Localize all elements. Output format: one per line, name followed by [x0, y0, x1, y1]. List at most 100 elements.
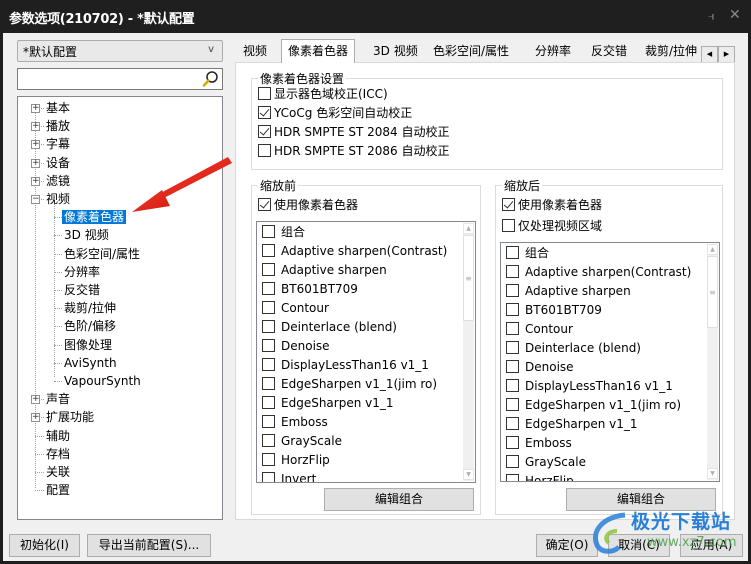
tree-item[interactable]: 色彩空间/属性	[62, 245, 142, 263]
tree-item[interactable]: 辅助	[44, 427, 72, 445]
tree-item[interactable]: 分辨率	[62, 263, 102, 281]
post-resize-shader-list[interactable]: 组合 Adaptive sharpen(Contrast) Adaptive sha…	[500, 242, 720, 482]
shader-list-item[interactable]: BT601BT709	[262, 280, 358, 299]
shader-list-item[interactable]: EdgeSharpen v1_1(jim ro)	[506, 396, 681, 415]
shader-list-item[interactable]: EdgeSharpen v1_1	[262, 394, 394, 413]
pre-edit-combo-button[interactable]: 编辑组合	[324, 488, 474, 511]
tree-item[interactable]: AviSynth	[62, 354, 119, 372]
cancel-button[interactable]: 取消(C)	[608, 534, 670, 557]
shader-list-item[interactable]: Contour	[506, 320, 573, 339]
tree-item[interactable]: 配置	[44, 481, 72, 499]
expand-icon[interactable]: +	[31, 395, 40, 405]
checkbox-box[interactable]	[262, 225, 275, 238]
scroll-down-icon[interactable]: ▼	[463, 469, 474, 480]
checkbox-box[interactable]	[258, 144, 271, 157]
tree-item[interactable]: 滤镜	[44, 172, 72, 190]
close-icon[interactable]: ✕	[729, 7, 741, 23]
checkbox-box[interactable]	[506, 303, 519, 316]
tree-item[interactable]: VapourSynth	[62, 372, 143, 390]
pre-resize-shader-list[interactable]: 组合 Adaptive sharpen(Contrast) Adaptive sha…	[256, 221, 476, 483]
shader-list-item[interactable]: Denoise	[262, 337, 330, 356]
shader-list-item[interactable]: Denoise	[506, 358, 574, 377]
scroll-thumb[interactable]: ≡	[707, 256, 718, 328]
checkbox-box[interactable]	[506, 360, 519, 373]
checkbox-box[interactable]	[506, 398, 519, 411]
tree-item[interactable]: 基本	[44, 99, 72, 117]
shader-list-item[interactable]: HorzFlip	[262, 451, 330, 470]
expand-icon[interactable]: +	[31, 176, 40, 186]
checkbox-box[interactable]	[262, 263, 275, 276]
scroll-up-icon[interactable]: ▲	[707, 244, 718, 255]
checkbox-box[interactable]	[262, 358, 275, 371]
shader-option-checkbox[interactable]: YCoCg 色彩空间自动校正	[258, 104, 412, 122]
tree-item[interactable]: 关联	[44, 463, 72, 481]
shader-list-item[interactable]: Deinterlace (blend)	[262, 318, 397, 337]
tree-item[interactable]: 扩展功能	[44, 408, 96, 426]
checkbox-box[interactable]	[262, 434, 275, 447]
tree-item[interactable]: 存档	[44, 445, 72, 463]
tab[interactable]: 反交错	[585, 42, 633, 62]
pre-use-shader-checkbox[interactable]: 使用像素着色器	[258, 196, 358, 214]
shader-option-checkbox[interactable]: HDR SMPTE ST 2084 自动校正	[258, 123, 449, 141]
checkbox-box[interactable]	[258, 87, 271, 100]
search-field[interactable]	[17, 68, 223, 90]
shader-list-item[interactable]: 组合	[506, 244, 549, 263]
checkbox-box[interactable]	[506, 265, 519, 278]
shader-list-item[interactable]: Adaptive sharpen	[262, 261, 387, 280]
checkbox-box[interactable]	[506, 341, 519, 354]
shader-list-item[interactable]: Adaptive sharpen(Contrast)	[262, 242, 447, 261]
shader-list-item[interactable]: Invert	[262, 470, 316, 482]
checkbox-box[interactable]	[262, 282, 275, 295]
expand-icon[interactable]: +	[31, 413, 40, 423]
shader-option-checkbox[interactable]: 显示器色域校正(ICC)	[258, 85, 388, 103]
checkbox-box[interactable]	[502, 198, 515, 211]
tree-item[interactable]: 视频	[44, 190, 72, 208]
tree-item[interactable]: 字幕	[44, 135, 72, 153]
expand-icon[interactable]: +	[31, 158, 40, 168]
tab[interactable]: 裁剪/拉伸	[639, 42, 703, 62]
tab[interactable]: 3D 视频	[367, 42, 424, 62]
tree-item[interactable]: 裁剪/拉伸	[62, 299, 118, 317]
shader-list-item[interactable]: DisplayLessThan16 v1_1	[262, 356, 429, 375]
checkbox-box[interactable]	[506, 455, 519, 468]
checkbox-box[interactable]	[262, 453, 275, 466]
shader-option-checkbox[interactable]: HDR SMPTE ST 2086 自动校正	[258, 142, 449, 160]
checkbox-box[interactable]	[262, 396, 275, 409]
tab-scroll-left-icon[interactable]: ◀	[701, 46, 718, 63]
tree-item[interactable]: 3D 视频	[62, 226, 111, 244]
magnifier-icon[interactable]	[201, 70, 219, 88]
tree-item[interactable]: 图像处理	[62, 336, 114, 354]
checkbox-box[interactable]	[506, 474, 519, 481]
post-edit-combo-button[interactable]: 编辑组合	[566, 488, 716, 511]
tree-item[interactable]: 色阶/偏移	[62, 317, 118, 335]
checkbox-box[interactable]	[506, 417, 519, 430]
vertical-scrollbar[interactable]: ▲ ≡ ▼	[463, 223, 474, 481]
tab[interactable]: 分辨率	[529, 42, 577, 62]
tab-scroll-right-icon[interactable]: ▶	[718, 46, 735, 63]
checkbox-box[interactable]	[258, 125, 271, 138]
shader-list-item[interactable]: Emboss	[506, 434, 572, 453]
shader-list-item[interactable]: Adaptive sharpen(Contrast)	[506, 263, 691, 282]
checkbox-box[interactable]	[506, 246, 519, 259]
shader-list-item[interactable]: BT601BT709	[506, 301, 602, 320]
pin-icon[interactable]: ⫣	[708, 9, 715, 24]
post-video-only-checkbox[interactable]: 仅处理视频区域	[502, 217, 602, 235]
tree-item[interactable]: 声音	[44, 390, 72, 408]
shader-list-item[interactable]: GrayScale	[262, 432, 342, 451]
checkbox-box[interactable]	[262, 377, 275, 390]
shader-list-item[interactable]: Contour	[262, 299, 329, 318]
shader-list-item[interactable]: Emboss	[262, 413, 328, 432]
checkbox-box[interactable]	[262, 339, 275, 352]
expand-icon[interactable]: +	[31, 122, 40, 132]
scroll-up-icon[interactable]: ▲	[463, 223, 474, 234]
shader-list-item[interactable]: DisplayLessThan16 v1_1	[506, 377, 673, 396]
checkbox-box[interactable]	[262, 472, 275, 482]
apply-button[interactable]: 应用(A)	[680, 534, 743, 557]
tree-item[interactable]: 设备	[44, 154, 72, 172]
settings-tree[interactable]: 基本 + 播放 + 字幕 + 设备 + 滤镜 + 视频 − 像素着色器 3D 视频 色彩空间/属性 分辨率 反交…	[17, 96, 223, 520]
checkbox-box[interactable]	[258, 198, 271, 211]
scroll-thumb[interactable]: ≡	[463, 235, 474, 321]
expand-icon[interactable]: +	[31, 104, 40, 113]
checkbox-box[interactable]	[262, 244, 275, 257]
checkbox-box[interactable]	[262, 320, 275, 333]
